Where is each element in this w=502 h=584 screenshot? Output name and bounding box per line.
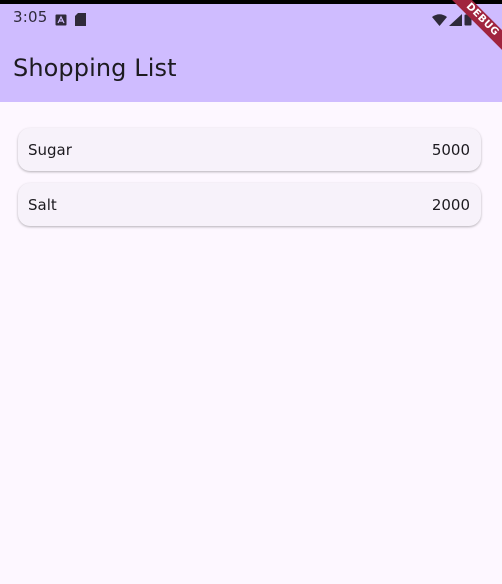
- notification-a-icon: [55, 11, 67, 30]
- item-name: Sugar: [28, 141, 72, 159]
- signal-icon: [449, 11, 462, 30]
- status-time: 3:05: [13, 8, 48, 26]
- item-name: Salt: [28, 196, 57, 214]
- item-quantity: 5000: [431, 141, 470, 159]
- battery-icon: [464, 11, 472, 30]
- page-title: Shopping List: [13, 54, 177, 82]
- status-bar: 3:05: [0, 4, 502, 32]
- wifi-icon: [432, 11, 447, 30]
- app-screen: Shopping List 3:05 DEBUG Sugar 5000 Salt…: [0, 0, 502, 584]
- status-icons-left: [55, 11, 86, 30]
- item-quantity: 2000: [431, 196, 470, 214]
- status-icons-right: [432, 11, 472, 30]
- sd-card-icon: [75, 11, 86, 30]
- list-item-sugar[interactable]: Sugar 5000: [18, 128, 481, 171]
- list-item-salt[interactable]: Salt 2000: [18, 183, 481, 226]
- shopping-list: Sugar 5000 Salt 2000: [18, 128, 481, 238]
